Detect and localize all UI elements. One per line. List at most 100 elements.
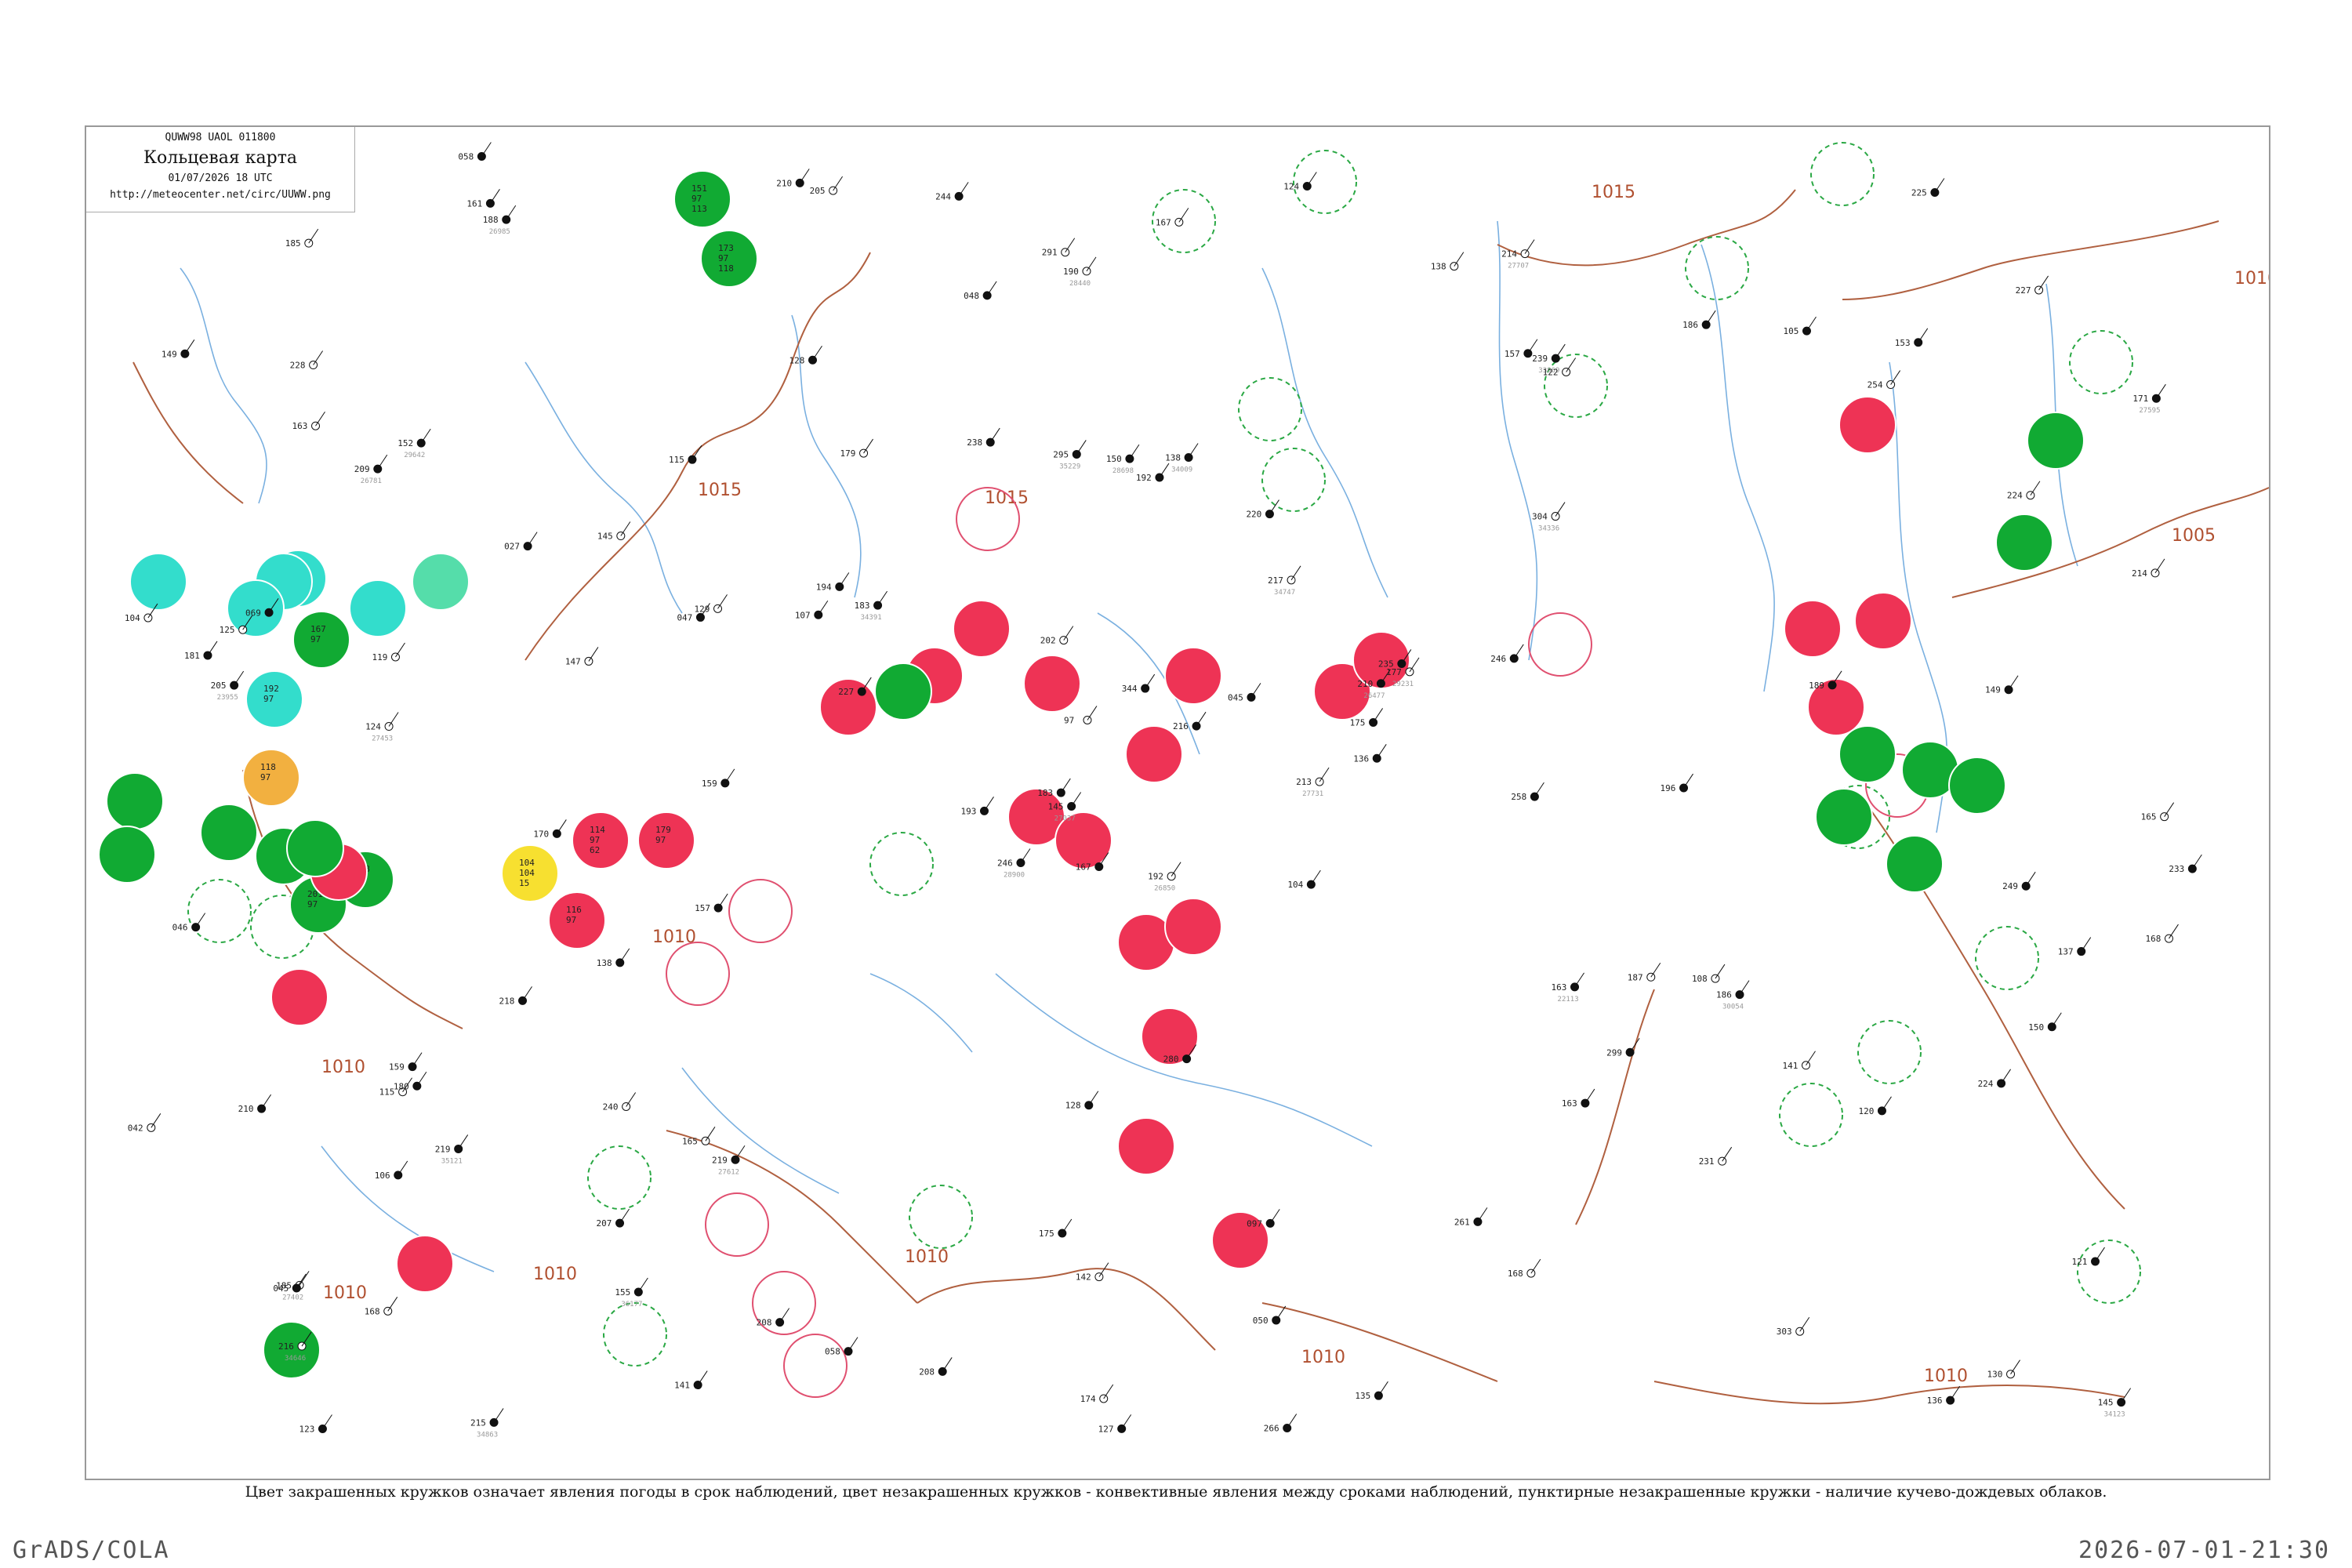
station-plot: 138 34009 [1165, 443, 1199, 474]
station-plot: 108 [1692, 964, 1726, 984]
station-plot: 193 [960, 797, 994, 816]
pressure-value: 218 [499, 996, 515, 1006]
station-plot: 174 [1080, 1384, 1114, 1404]
pressure-value: 188 [483, 215, 499, 225]
station-id: 36177 [621, 1301, 642, 1308]
weather-circle-rain [1995, 514, 2053, 572]
station-thunderstorm: 11697 [548, 891, 606, 949]
convective-ring [728, 879, 793, 943]
station-value: 151 [691, 183, 707, 194]
station-plot: 136 [1353, 744, 1387, 764]
pressure-value: 149 [1985, 685, 2001, 695]
wind-barb-icon [1121, 1414, 1132, 1429]
isobar-line [1497, 189, 1796, 267]
cb-ring [869, 832, 934, 896]
pressure-value: 214 [2132, 568, 2147, 579]
station-plot: 141 [1782, 1051, 1816, 1071]
wind-barb-icon [812, 345, 822, 361]
pressure-value: 136 [1927, 1396, 1943, 1406]
pressure-value: 161 [466, 198, 482, 209]
station-plot: 050 [1253, 1305, 1287, 1326]
map-title: Кольцевая карта [143, 148, 297, 168]
pressure-value: 152 [397, 438, 413, 448]
wind-barb-icon [313, 350, 324, 365]
station-value: 118 [260, 762, 276, 772]
weather-circle-thunderstorm [1164, 647, 1222, 705]
station-plot: 107 [795, 601, 829, 620]
station-plot: 149 [162, 339, 195, 359]
pressure-value: 183 [1037, 788, 1053, 798]
station-plot: 142 [1076, 1262, 1109, 1283]
pressure-value: 124 [365, 722, 381, 732]
cb-ring [1238, 377, 1302, 441]
station-id: 28900 [1004, 872, 1025, 880]
station-id: 26985 [489, 228, 510, 236]
station-plot: 048 [964, 281, 997, 301]
station-rain: 15197113 [673, 170, 731, 228]
wind-barb-icon [1683, 773, 1693, 789]
wind-barb-icon [420, 428, 431, 444]
wind-barb-icon [588, 647, 599, 662]
cb-ring [1810, 142, 1875, 206]
wind-barb-icon [1145, 673, 1156, 689]
station-plot: 192 26850 [1148, 862, 1181, 893]
isobar-label: 1010 [2234, 269, 2269, 289]
isobar-label: 1010 [905, 1247, 949, 1267]
wind-barb-icon [724, 768, 735, 784]
source-url[interactable]: http://meteocenter.net/circ/UUWW.png [86, 189, 354, 201]
pressure-value: 192 [1148, 872, 1163, 882]
wind-barb-icon [799, 169, 810, 183]
station-plot: 258 [1511, 782, 1544, 802]
wind-barb-icon [1178, 208, 1189, 223]
pressure-value: 97 [1064, 715, 1074, 725]
wind-barb-icon [1196, 711, 1207, 727]
wind-barb-icon [387, 1297, 398, 1312]
station-plot: 215 34863 [470, 1408, 504, 1439]
wind-barb-icon [1188, 443, 1199, 458]
station-value: 116 [566, 905, 582, 915]
station-plot: 123 [299, 1414, 332, 1435]
cloud-cover-icon [985, 437, 995, 447]
stations-layer: 1519711317397118114976217997154971471679… [98, 170, 2085, 1379]
wind-barb-icon [2169, 924, 2179, 939]
station-plot: 224 [2007, 481, 2041, 501]
station-plot: 217 34747 [1268, 565, 1301, 597]
wind-barb-icon [619, 948, 630, 964]
station-id: 35121 [441, 1157, 463, 1165]
station-value: 97 [718, 253, 728, 263]
pressure-value: 058 [825, 1347, 840, 1357]
pressure-value: 344 [1122, 684, 1138, 694]
pressure-value: 123 [299, 1425, 314, 1435]
pressure-value: 227 [2016, 285, 2031, 296]
cb-ring [1293, 150, 1357, 214]
station-plot: 150 28698 [1106, 444, 1140, 475]
pressure-value: 170 [533, 829, 549, 839]
isobar-label: 1010 [533, 1265, 577, 1284]
station-plot: 149 [1985, 675, 2019, 695]
station-plot: 224 [1978, 1069, 2011, 1089]
wind-barb-icon [1584, 1088, 1595, 1104]
pressure-value: 045 [273, 1283, 289, 1294]
pressure-value: 216 [1173, 721, 1189, 731]
station-plot: 141 [674, 1370, 708, 1391]
cb-ring [603, 1302, 667, 1367]
pressure-value: 244 [935, 191, 951, 201]
station-value: 62 [590, 845, 600, 855]
wind-barb-icon [1934, 178, 1945, 193]
wind-barb-icon [412, 1052, 423, 1067]
station-plot: 196 [1661, 773, 1693, 793]
station-plot: 233 [2169, 854, 2202, 874]
station-plot: 058 [458, 142, 492, 162]
isobar-label: 1015 [1592, 183, 1635, 202]
station-plot: 138 [1431, 252, 1465, 272]
weather-circle-rain [1838, 725, 1896, 783]
station-plot: 205 23955 [211, 670, 245, 702]
station-plot: 045 [1228, 683, 1261, 702]
station-id: 26781 [361, 477, 382, 485]
station-plot: 190 28440 [1063, 256, 1097, 288]
wind-barb-icon [1739, 980, 1750, 995]
station-value: 97 [590, 835, 600, 845]
pressure-value: 238 [967, 437, 982, 448]
cb-ring [1975, 926, 2039, 990]
station-plot: 214 27707 [1501, 239, 1535, 270]
